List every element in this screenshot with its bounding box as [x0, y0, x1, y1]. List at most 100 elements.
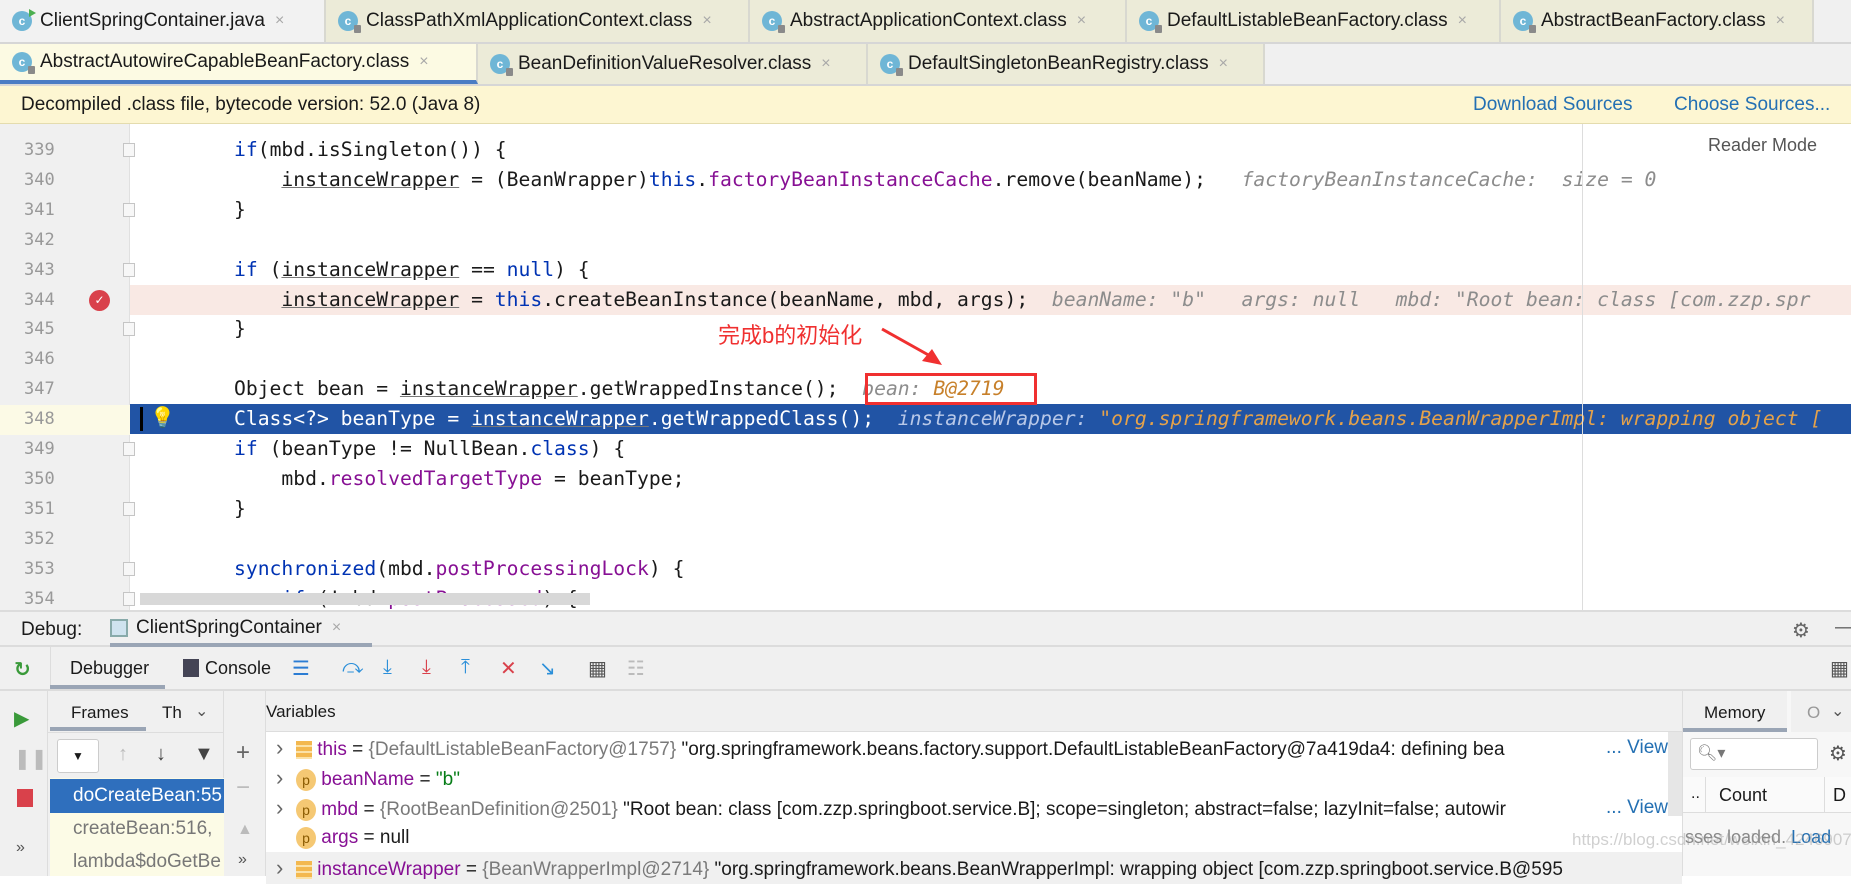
frame-item[interactable]: doCreateBean:55 — [50, 779, 224, 813]
view-link[interactable]: ... View — [1604, 732, 1668, 764]
debug-toolbar: ↻ Debugger Console ☰ ⤼ ⤓ ⤓ ⤒ ✕ ↘ ▦ ☷ ▦ — [0, 647, 1851, 691]
class-file-icon: c — [1139, 11, 1162, 33]
pause-icon[interactable]: ❚❚ — [14, 746, 48, 771]
variables-scrollbar[interactable] — [1668, 732, 1682, 816]
column-header-count[interactable]: Count — [1719, 785, 1767, 806]
tab-console[interactable]: Console — [205, 658, 271, 679]
close-icon[interactable]: × — [1458, 12, 1467, 30]
code-token: = — [459, 287, 495, 311]
force-step-into-icon[interactable]: ⤓ — [422, 656, 431, 679]
column-header-class[interactable]: .. — [1691, 785, 1700, 803]
editor-tab-label: AbstractAutowireCapableBeanFactory.class — [40, 51, 410, 72]
variables-header: Variables — [266, 691, 1682, 732]
expand-chevron-icon[interactable]: › — [266, 852, 296, 884]
editor-tab[interactable]: c AbstractApplicationContext.class × — [750, 0, 1127, 42]
editor-tab[interactable]: c AbstractAutowireCapableBeanFactory.clas… — [0, 44, 478, 84]
step-into-icon[interactable]: ⤓ — [383, 656, 392, 679]
thread-selector-dropdown[interactable]: ▼ — [57, 739, 99, 773]
class-file-icon: c — [490, 54, 513, 76]
frame-item[interactable]: lambda$doGetBe — [50, 845, 224, 879]
variable-row[interactable]: p args = null — [266, 822, 1682, 854]
filter-icon[interactable]: ▼ — [194, 743, 214, 766]
editor-tab-label: DefaultListableBeanFactory.class — [1167, 10, 1448, 31]
more-icon[interactable]: » — [16, 839, 25, 857]
code-token: class — [530, 437, 590, 460]
debug-control-column: ▶ ❚❚ » — [0, 691, 48, 876]
layout-icon[interactable]: ▦ — [1830, 656, 1849, 681]
frame-item[interactable]: createBean:516, — [50, 812, 224, 846]
tab-threads[interactable]: Th — [162, 703, 182, 723]
step-over-icon[interactable]: ⤼ — [342, 656, 363, 679]
intention-bulb-icon[interactable]: 💡 — [150, 405, 175, 430]
close-icon[interactable]: × — [1776, 12, 1785, 30]
tab-overhead[interactable]: O — [1807, 703, 1820, 723]
editor-tab[interactable]: c AbstractBeanFactory.class × — [1501, 0, 1814, 42]
line-number: 350 — [24, 468, 55, 489]
gear-icon[interactable]: ⚙ — [1829, 741, 1847, 766]
download-sources-link[interactable]: Download Sources — [1473, 94, 1632, 116]
line-number: 343 — [24, 259, 55, 280]
tab-debugger[interactable]: Debugger — [50, 647, 165, 689]
code-token: (beanType != NullBean. — [257, 437, 531, 460]
close-icon[interactable]: × — [821, 55, 830, 73]
more-icon[interactable]: » — [238, 851, 247, 869]
close-icon[interactable]: × — [702, 12, 711, 30]
tab-frames[interactable]: Frames — [50, 691, 146, 731]
evaluate-expression-icon[interactable]: ▦ — [588, 656, 607, 681]
tab-memory[interactable]: Memory — [1683, 691, 1787, 732]
arrow-up-icon[interactable]: ↑ — [118, 743, 128, 766]
choose-sources-link[interactable]: Choose Sources... — [1674, 94, 1830, 116]
memory-search-input[interactable]: 🔍︎▾ — [1690, 738, 1818, 770]
debug-header: Debug: ClientSpringContainer × ⚙ — — [0, 610, 1851, 647]
editor-tab[interactable]: c BeanDefinitionValueResolver.class × — [478, 44, 868, 84]
close-icon[interactable]: × — [419, 53, 428, 71]
rerun-icon[interactable]: ↻ — [14, 657, 31, 682]
column-header-diff[interactable]: D — [1833, 785, 1846, 806]
stop-icon[interactable] — [17, 789, 33, 807]
close-icon[interactable]: × — [332, 619, 341, 637]
close-icon[interactable]: × — [1077, 12, 1086, 30]
reader-mode-button[interactable]: Reader Mode — [1708, 135, 1817, 156]
code-token: if — [234, 437, 258, 460]
variable-row[interactable]: › p beanName = "b" — [266, 762, 1682, 794]
close-icon[interactable]: × — [1219, 55, 1228, 73]
minimize-icon[interactable]: — — [1835, 616, 1851, 639]
remove-watch-icon[interactable]: − — [236, 774, 250, 802]
editor-tab[interactable]: c ClassPathXmlApplicationContext.class × — [326, 0, 750, 42]
resume-icon[interactable]: ▶ — [14, 706, 29, 731]
editor-tab[interactable]: c DefaultListableBeanFactory.class × — [1127, 0, 1501, 42]
editor-tab[interactable]: c DefaultSingletonBeanRegistry.class × — [868, 44, 1265, 84]
view-link[interactable]: ... View — [1604, 792, 1668, 824]
editor-horizontal-scrollbar[interactable] — [140, 593, 590, 605]
trace-icon[interactable]: ☷ — [627, 656, 645, 681]
watermark: https://blog.csdn.net/weixin_42469070 — [1572, 830, 1851, 849]
line-number: 351 — [24, 498, 55, 519]
variables-side-toolbar: + − ▲ » — [224, 691, 266, 876]
class-file-icon: c — [880, 54, 903, 76]
close-icon[interactable]: × — [275, 12, 284, 30]
editor-tabs-row-1: c ClientSpringContainer.java × c ClassPathXm… — [0, 0, 1851, 44]
show-execution-point-icon[interactable]: ☰ — [292, 656, 310, 681]
variable-row[interactable]: › p mbd = {RootBeanDefinition@2501} "Root… — [266, 792, 1682, 824]
expand-chevron-icon[interactable]: › — [266, 762, 296, 794]
editor-tab[interactable]: c ClientSpringContainer.java × — [0, 0, 326, 42]
drop-frame-icon[interactable]: ✕ — [500, 656, 517, 681]
arrow-down-icon[interactable]: ↓ — [156, 743, 166, 766]
chevron-down-icon[interactable]: ⌄ — [195, 701, 208, 721]
move-up-icon[interactable]: ▲ — [237, 821, 253, 839]
gear-icon[interactable]: ⚙ — [1792, 618, 1810, 643]
annotation-init-note: 完成b的初始化 — [718, 323, 863, 348]
variable-row[interactable]: › this = {DefaultListableBeanFactory@175… — [266, 732, 1682, 764]
expand-chevron-icon[interactable]: › — [266, 792, 296, 824]
step-out-icon[interactable]: ⤒ — [461, 656, 470, 679]
editor-gutter — [0, 124, 130, 610]
variable-row[interactable]: › instanceWrapper = {BeanWrapperImpl@271… — [266, 852, 1682, 884]
add-watch-icon[interactable]: + — [236, 739, 250, 767]
debug-label: Debug: — [21, 619, 83, 640]
debug-session-tab[interactable]: ClientSpringContainer × — [110, 612, 372, 647]
chevron-down-icon[interactable]: ⌄ — [1831, 701, 1844, 721]
run-to-cursor-icon[interactable]: ↘ — [539, 656, 556, 681]
breakpoint-icon[interactable]: ✓ — [89, 290, 110, 311]
expand-chevron-icon[interactable]: › — [266, 732, 296, 764]
